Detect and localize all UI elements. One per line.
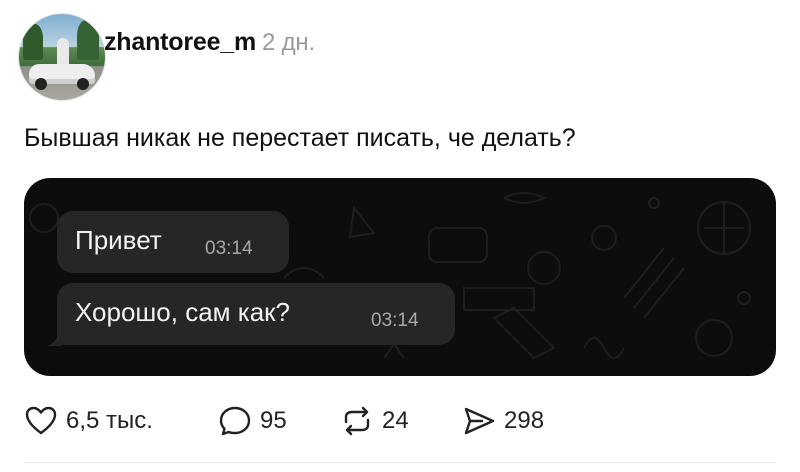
avatar-photo-tree	[77, 20, 99, 60]
avatar-photo-wheel	[35, 78, 47, 90]
avatar-photo-tree	[23, 24, 43, 60]
comment-button[interactable]: 95	[218, 404, 287, 438]
comment-bubble-icon	[219, 406, 251, 436]
post-divider	[24, 462, 776, 463]
share-count: 298	[504, 407, 545, 434]
chat-message-time: 03:14	[205, 238, 253, 259]
post-author: zhantoree_m 2 дн.	[104, 28, 315, 57]
like-button[interactable]: 6,5 тыс.	[24, 404, 153, 438]
chat-message-time: 03:14	[371, 310, 419, 331]
repost-arrows-icon	[344, 406, 370, 436]
chat-message-bubble: Хорошо, сам как? 03:14	[57, 283, 455, 345]
repost-count: 24	[382, 407, 409, 434]
repost-button[interactable]: 24	[340, 404, 409, 438]
like-count: 6,5 тыс.	[66, 407, 153, 434]
post-time: 2 дн.	[262, 29, 315, 56]
chat-screenshot-image[interactable]: Привет 03:14 Хорошо, сам как? 03:14	[24, 178, 776, 376]
username-link[interactable]: zhantoree_m	[104, 28, 256, 56]
thread-post: zhantoree_m 2 дн. Бывшая никак не переста…	[0, 0, 800, 472]
share-button[interactable]: 298	[462, 404, 544, 438]
comment-count: 95	[260, 407, 287, 434]
chat-message-bubble: Привет 03:14	[57, 211, 289, 273]
heart-outline-icon	[25, 406, 57, 435]
avatar[interactable]	[18, 13, 106, 101]
chat-wallpaper-doodles	[29, 192, 751, 360]
avatar-photo-wheel	[77, 78, 89, 90]
send-paper-plane-icon	[464, 407, 495, 435]
chat-message-text: Хорошо, сам как?	[75, 297, 290, 327]
post-caption: Бывшая никак не перестает писать, че дел…	[24, 124, 576, 152]
post-header	[18, 13, 106, 101]
chat-message-text: Привет	[75, 225, 162, 255]
